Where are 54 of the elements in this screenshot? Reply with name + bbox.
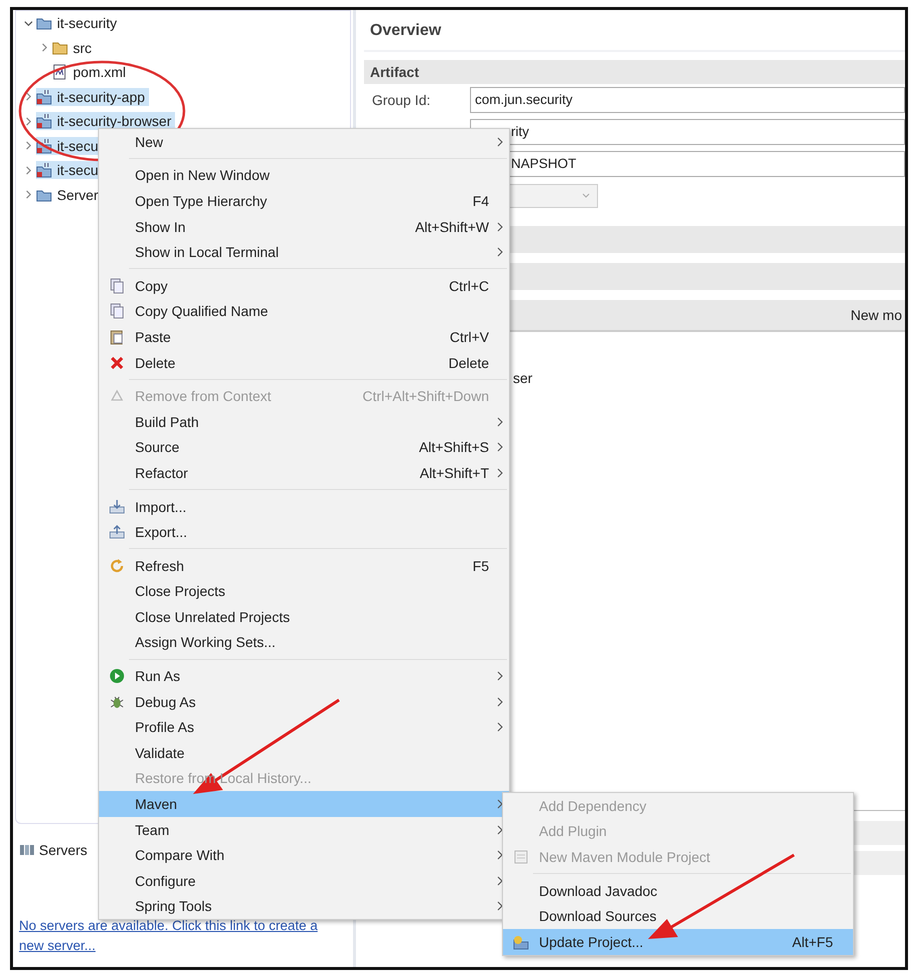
paste-icon (109, 328, 125, 345)
servers-icon (19, 842, 35, 858)
input-field[interactable]: com.jun.security (470, 87, 905, 113)
view-tab[interactable]: Servers (39, 842, 88, 858)
menu-item[interactable]: Profile As (99, 714, 509, 740)
expand-chevron-icon[interactable] (24, 141, 33, 150)
collapse-chevron-icon[interactable] (24, 18, 33, 28)
folder-icon (52, 40, 68, 56)
project-icon (36, 113, 52, 130)
menu-item[interactable]: Close Unrelated Projects (99, 604, 509, 630)
expand-chevron-icon[interactable] (40, 43, 49, 52)
menu-item[interactable]: Source Alt+Shift+S (99, 434, 509, 460)
menu-item[interactable]: Run As (99, 663, 509, 689)
page-title: Overview (364, 18, 905, 52)
project-icon (36, 162, 52, 178)
update-icon (513, 934, 529, 950)
menu-item[interactable]: Validate (99, 740, 509, 766)
project-icon (36, 138, 52, 154)
menu-item[interactable]: Maven (99, 791, 509, 817)
menu-item[interactable]: Show in Local Terminal (99, 239, 509, 265)
menu-item[interactable]: Refactor Alt+Shift+T (99, 460, 509, 486)
expand-chevron-icon[interactable] (24, 166, 33, 175)
input-field[interactable]: rity (470, 119, 905, 145)
text-fragment: ser (513, 370, 534, 386)
menu-item[interactable]: Copy Ctrl+C (99, 272, 509, 299)
field-label: Group Id: (372, 92, 430, 108)
menu-item[interactable]: Show In Alt+Shift+W (99, 214, 509, 240)
menu-item[interactable]: Close Projects (99, 578, 509, 604)
menu-item[interactable]: Assign Working Sets... (99, 630, 509, 656)
delete-icon (109, 354, 125, 371)
expand-chevron-icon[interactable] (24, 116, 33, 126)
project-icon (36, 88, 52, 105)
tree-item[interactable]: it-security-app (36, 88, 149, 106)
tree-item[interactable]: it-security (36, 14, 121, 32)
run-icon (109, 668, 125, 684)
menu-item[interactable]: Delete Delete (99, 350, 509, 376)
menu-item[interactable]: Build Path (99, 408, 509, 435)
module-icon (513, 848, 529, 865)
expand-chevron-icon[interactable] (24, 92, 33, 102)
export-icon (109, 524, 125, 540)
menu-item[interactable]: Update Project... Alt+F5 (503, 928, 853, 955)
menu-item[interactable]: Import... (99, 494, 509, 520)
menu-item[interactable]: Refresh F5 (99, 552, 509, 578)
copy-icon (109, 303, 125, 320)
expand-chevron-icon[interactable] (24, 190, 33, 200)
tree-item[interactable]: it-security-browser (36, 112, 176, 130)
copy-icon (109, 278, 125, 294)
section-header: Artifact (364, 60, 905, 84)
refresh-icon (109, 558, 125, 574)
tree-item[interactable]: src (52, 38, 96, 57)
import-icon (109, 498, 125, 515)
menu-item[interactable]: Export... (99, 519, 509, 545)
menu-item[interactable]: Debug As (99, 688, 509, 714)
tree-item[interactable]: pom.xml (52, 63, 130, 82)
